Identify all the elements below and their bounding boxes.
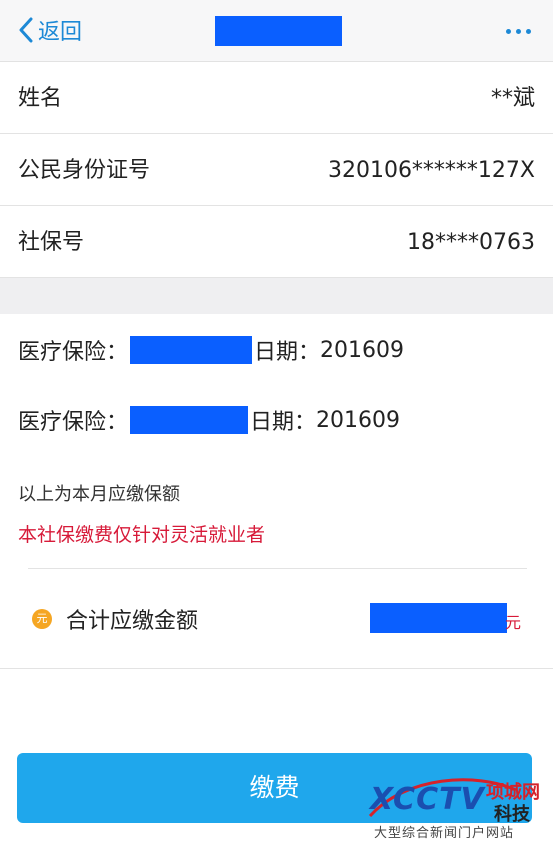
amount-redacted [130, 336, 253, 364]
insurance-type-label: 医疗保险： [18, 340, 129, 365]
info-row-social-security: 社保号 18****0763 [0, 207, 553, 278]
insurance-type-label: 医疗保险： [18, 410, 129, 435]
watermark-tagline: 大型综合新闻门户网站 [374, 826, 515, 841]
date-label: 日期： [250, 410, 317, 435]
nav-bar: 返回 [0, 0, 553, 62]
more-dot-icon [506, 28, 511, 34]
name-label: 姓名 [18, 86, 63, 111]
page-title-redacted [215, 16, 342, 46]
back-button[interactable]: 返回 [18, 12, 82, 48]
more-button[interactable] [506, 24, 531, 38]
pay-button[interactable]: 缴费 [17, 753, 532, 823]
info-row-id-number: 公民身份证号 320106******127X [0, 135, 553, 206]
total-label: 合计应缴金额 [66, 609, 199, 634]
back-label: 返回 [38, 20, 83, 45]
date-value: 201609 [316, 407, 401, 433]
chevron-left-icon [19, 17, 33, 43]
more-dot-icon [526, 28, 531, 34]
info-row-name: 姓名 **斌 [0, 63, 553, 134]
insurance-item: 医疗保险： 日期： 201609 [18, 335, 404, 365]
more-dot-icon [516, 28, 521, 34]
name-value: **斌 [490, 86, 535, 111]
social-security-label: 社保号 [18, 230, 85, 255]
eligibility-warning: 本社保缴费仅针对灵活就业者 [18, 524, 266, 546]
total-amount-redacted [370, 603, 507, 633]
id-number-value: 320106******127X [327, 158, 535, 183]
coin-icon: 元 [32, 609, 52, 629]
id-number-label: 公民身份证号 [18, 158, 151, 183]
date-value: 201609 [320, 337, 405, 363]
amount-redacted [130, 406, 249, 434]
total-row: 元 合计应缴金额 元 [0, 569, 553, 669]
total-unit: 元 [505, 613, 522, 632]
date-label: 日期： [254, 340, 321, 365]
social-security-value: 18****0763 [407, 230, 535, 255]
monthly-note: 以上为本月应缴保额 [18, 484, 180, 505]
section-separator [0, 278, 553, 314]
insurance-item: 医疗保险： 日期： 201609 [18, 405, 400, 435]
